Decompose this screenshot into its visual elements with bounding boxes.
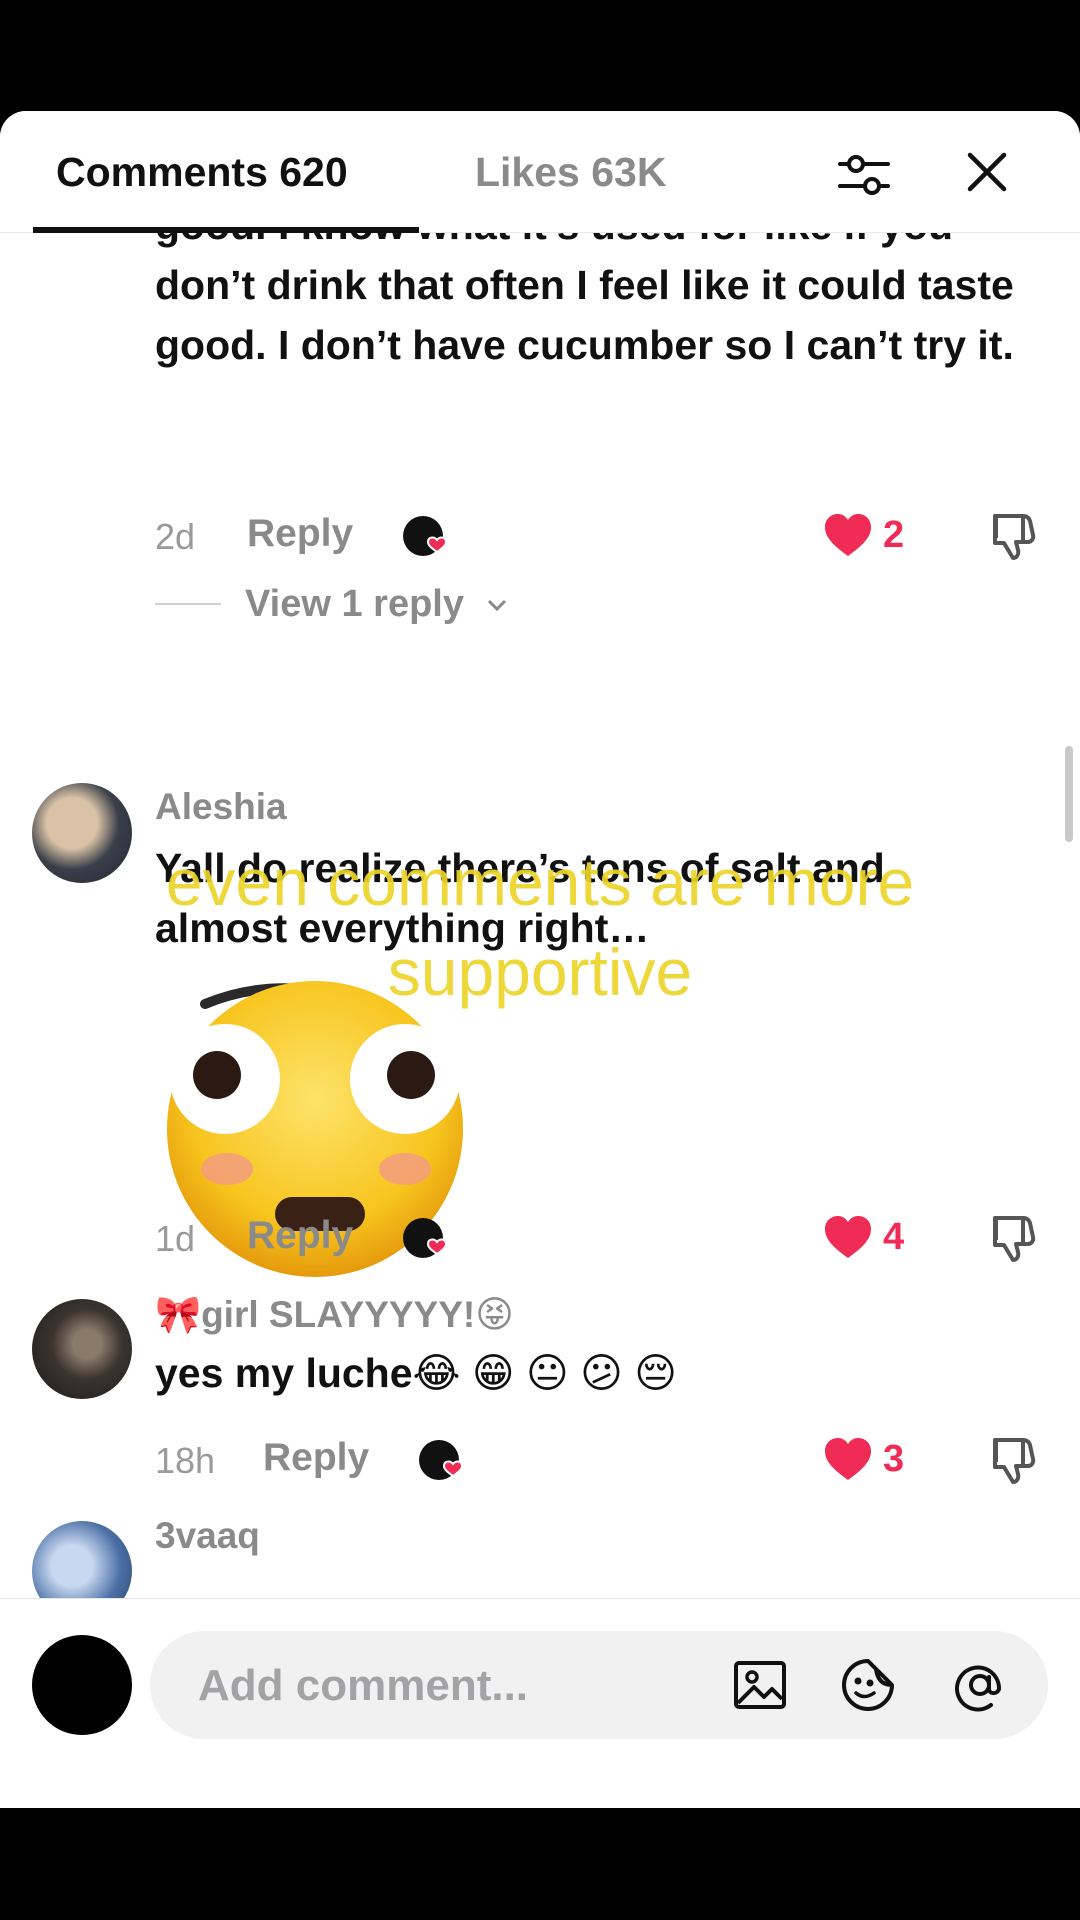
username-suffix-emoji: 😝 [475,1294,514,1335]
reply-button[interactable]: Reply [247,512,353,556]
like-heart-icon[interactable] [823,1214,873,1260]
comment-username[interactable]: Aleshia [155,786,287,828]
dislike-icon[interactable] [987,1432,1041,1486]
creator-liked-icon [403,516,448,556]
creator-liked-icon [419,1440,464,1480]
comment-text: yes my luche😂 😁 😐 😕 😔 [155,1343,1025,1403]
video-caption-overlay: even comments are more supportive [165,845,915,1009]
sticker-icon[interactable] [838,1655,898,1715]
comment-actions: 18h Reply 3 [155,1430,1055,1490]
comments-sheet: Comments 620 Likes 63K good. I know what… [0,111,1080,1808]
creator-liked-icon [403,1218,448,1258]
scrollbar[interactable] [1065,746,1073,842]
image-icon[interactable] [730,1655,790,1715]
my-avatar [32,1635,132,1735]
comment-text: good. I know what it’s used for like if … [155,233,1014,368]
like-count: 2 [883,514,905,556]
comment-username[interactable]: 🎀girl SLAYYYYY!😝 [155,1293,514,1337]
username-text: girl SLAYYYYY! [201,1294,476,1335]
comment-input[interactable]: Add comment... [150,1631,1048,1739]
view-replies-label: View 1 reply [245,583,464,625]
chevron-down-icon [487,599,507,612]
comment-time: 2d [155,516,196,557]
reply-button[interactable]: Reply [247,1214,353,1258]
avatar[interactable] [32,1299,132,1399]
reply-button[interactable]: Reply [263,1436,369,1480]
like-heart-icon[interactable] [823,512,873,558]
view-replies-button[interactable]: View 1 reply [155,579,555,629]
comment-time: 18h [155,1440,216,1481]
comment-input-placeholder: Add comment... [198,1661,529,1710]
comment-time: 1d [155,1218,196,1259]
comment-text-body: yes my luche [155,1350,413,1396]
like-count: 4 [883,1216,905,1258]
dislike-icon[interactable] [987,1210,1041,1264]
comment-actions: 2d Reply 2 [155,506,1055,566]
tab-likes[interactable]: Likes 63K [475,149,666,196]
active-tab-indicator [33,227,419,233]
close-icon[interactable] [962,147,1012,197]
mention-icon[interactable] [950,1655,1010,1715]
replies-divider [155,603,221,605]
comment-actions: 1d Reply 4 [155,1208,1055,1268]
sliders-icon[interactable] [836,147,892,203]
like-heart-icon[interactable] [823,1436,873,1482]
comment-emojis: 😂 😁 😐 😕 😔 [412,1350,677,1396]
username-emoji: 🎀 [155,1294,202,1335]
comment-username[interactable]: 3vaaq [155,1515,260,1557]
like-count: 3 [883,1438,905,1480]
dislike-icon[interactable] [987,508,1041,562]
comments-header: Comments 620 Likes 63K [0,111,1080,233]
tab-comments[interactable]: Comments 620 [56,149,348,196]
comment-composer: Add comment... [0,1598,1080,1808]
